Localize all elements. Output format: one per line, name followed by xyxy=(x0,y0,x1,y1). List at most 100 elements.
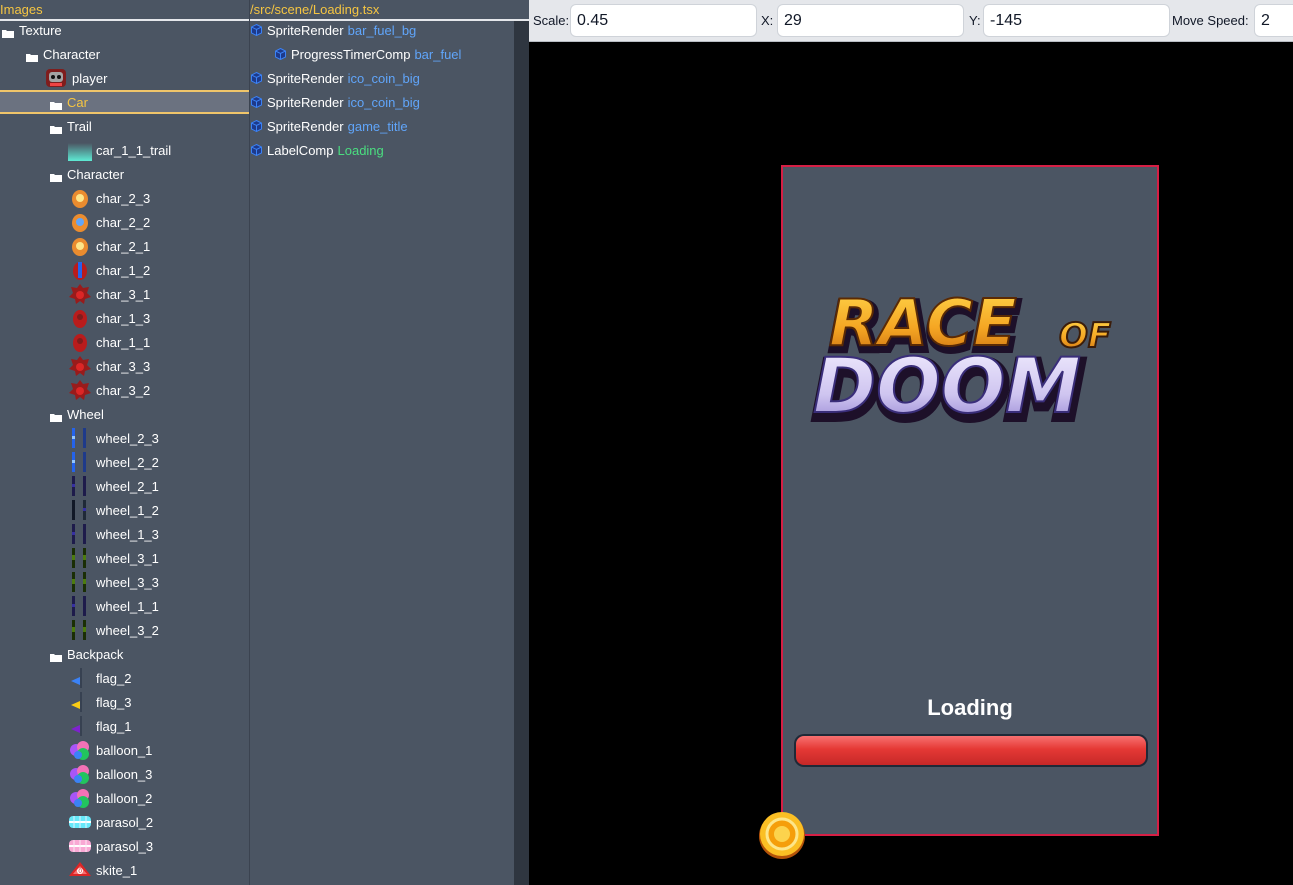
asset-label: char_2_1 xyxy=(96,238,151,254)
fuel-progress-bar xyxy=(794,734,1148,767)
asset-panel: Images Texture Character player Car Trail car… xyxy=(0,0,249,885)
asset-item[interactable]: wheel_3_3 xyxy=(0,570,249,594)
asset-label: wheel_1_2 xyxy=(96,502,159,518)
asset-label: Trail xyxy=(67,118,92,134)
asset-item[interactable]: parasol_2 xyxy=(0,810,249,834)
asset-item[interactable]: car_1_1_trail xyxy=(0,138,249,162)
folder-icon xyxy=(50,410,62,422)
asset-folder[interactable]: Wheel xyxy=(0,402,249,426)
asset-label: wheel_2_3 xyxy=(96,430,159,446)
asset-item[interactable]: flag_3 xyxy=(0,690,249,714)
component-type: ProgressTimerComp xyxy=(291,46,411,62)
balloon-icon xyxy=(68,763,92,785)
asset-item[interactable]: wheel_3_1 xyxy=(0,546,249,570)
orange-blue-char-icon xyxy=(68,211,92,233)
hierarchy-node[interactable]: SpriteRender bar_fuel_bg xyxy=(251,18,416,42)
asset-folder[interactable]: Character xyxy=(0,42,249,66)
scale-label: Scale: xyxy=(533,13,570,28)
hierarchy-node[interactable]: LabelComp Loading xyxy=(251,138,384,162)
asset-label: Character xyxy=(67,166,125,182)
asset-label: wheel_1_1 xyxy=(96,598,159,614)
asset-item[interactable]: flag_2 xyxy=(0,666,249,690)
red-char-icon xyxy=(68,331,92,353)
asset-folder[interactable]: Character xyxy=(0,162,249,186)
red-spiky-char-icon xyxy=(68,355,92,377)
folder-icon xyxy=(2,26,14,38)
asset-item[interactable]: player xyxy=(0,66,249,90)
asset-item[interactable]: char_1_1 xyxy=(0,330,249,354)
orange-char-icon xyxy=(68,235,92,257)
asset-label: Wheel xyxy=(67,406,104,422)
flag-yellow-icon xyxy=(68,691,92,713)
scene-file-path: /src/scene/Loading.tsx xyxy=(250,2,380,17)
hierarchy-node[interactable]: SpriteRender game_title xyxy=(251,114,408,138)
asset-item[interactable]: wheel_2_2 xyxy=(0,450,249,474)
asset-item[interactable]: char_2_3 xyxy=(0,186,249,210)
component-type: LabelComp xyxy=(267,142,334,158)
asset-item[interactable]: char_3_1 xyxy=(0,282,249,306)
node-name: bar_fuel_bg xyxy=(347,22,417,38)
asset-folder[interactable]: Texture xyxy=(0,18,249,42)
component-type: SpriteRender xyxy=(267,94,344,110)
asset-label: wheel_3_1 xyxy=(96,550,159,566)
wheel-green-icon xyxy=(68,547,92,569)
hierarchy-node[interactable]: SpriteRender ico_coin_big xyxy=(251,66,420,90)
cube-icon xyxy=(251,23,262,37)
asset-item[interactable]: char_3_3 xyxy=(0,354,249,378)
component-type: SpriteRender xyxy=(267,70,344,86)
hierarchy-node[interactable]: ProgressTimerComp bar_fuel xyxy=(275,42,461,66)
balloon-icon xyxy=(68,739,92,761)
asset-label: Car xyxy=(67,94,88,110)
wheel-blue-icon xyxy=(68,427,92,449)
asset-item[interactable]: char_2_1 xyxy=(0,234,249,258)
asset-item[interactable]: wheel_3_2 xyxy=(0,618,249,642)
asset-item[interactable]: balloon_3 xyxy=(0,762,249,786)
wheel-dark-icon xyxy=(68,499,92,521)
asset-label: char_1_3 xyxy=(96,310,151,326)
game-screen-frame[interactable]: RACE RACE OF DOOM DOOM Loading xyxy=(781,165,1159,836)
asset-item[interactable]: parasol_3 xyxy=(0,834,249,858)
folder-icon xyxy=(50,98,62,110)
y-input[interactable] xyxy=(983,4,1170,37)
asset-item[interactable]: 0 skite_1 xyxy=(0,858,249,882)
asset-folder[interactable]: Backpack xyxy=(0,642,249,666)
asset-item[interactable]: char_1_2 xyxy=(0,258,249,282)
asset-folder[interactable]: Trail xyxy=(0,114,249,138)
asset-item[interactable]: wheel_2_1 xyxy=(0,474,249,498)
move-speed-input[interactable] xyxy=(1254,4,1293,37)
asset-label: wheel_2_1 xyxy=(96,478,159,494)
scale-input[interactable] xyxy=(570,4,757,37)
asset-item[interactable]: balloon_2 xyxy=(0,786,249,810)
asset-item[interactable]: char_3_2 xyxy=(0,378,249,402)
asset-label: Backpack xyxy=(67,646,124,662)
game-title-logo[interactable]: RACE RACE OF DOOM DOOM xyxy=(809,285,1149,425)
asset-label: Texture xyxy=(19,22,62,38)
asset-label: char_1_2 xyxy=(96,262,151,278)
asset-label: Character xyxy=(43,46,101,62)
asset-item[interactable]: wheel_1_1 xyxy=(0,594,249,618)
asset-item[interactable]: wheel_2_3 xyxy=(0,426,249,450)
asset-label: flag_2 xyxy=(96,670,132,686)
asset-item[interactable]: flag_1 xyxy=(0,714,249,738)
wheel-navy-icon xyxy=(68,523,92,545)
coin-icon[interactable] xyxy=(757,810,807,860)
asset-item[interactable]: wheel_1_3 xyxy=(0,522,249,546)
asset-item[interactable]: balloon_1 xyxy=(0,738,249,762)
hierarchy-node[interactable]: SpriteRender ico_coin_big xyxy=(251,90,420,114)
x-input[interactable] xyxy=(777,4,964,37)
parasol-blue-icon xyxy=(68,811,92,833)
hierarchy-scrollbar[interactable] xyxy=(514,21,529,885)
asset-item[interactable]: char_2_2 xyxy=(0,210,249,234)
asset-item[interactable]: wheel_1_2 xyxy=(0,498,249,522)
preview-stage[interactable]: RACE RACE OF DOOM DOOM Loading xyxy=(529,42,1293,885)
flag-blue-icon xyxy=(68,667,92,689)
asset-panel-title: Images xyxy=(0,2,43,17)
asset-label: char_3_1 xyxy=(96,286,151,302)
asset-folder[interactable]: Car xyxy=(0,90,249,114)
asset-label: char_2_2 xyxy=(96,214,151,230)
asset-item[interactable]: char_1_3 xyxy=(0,306,249,330)
node-name: ico_coin_big xyxy=(347,70,420,86)
kite-icon: 0 xyxy=(68,859,92,881)
asset-label: skite_1 xyxy=(96,862,138,878)
asset-label: char_1_1 xyxy=(96,334,151,350)
